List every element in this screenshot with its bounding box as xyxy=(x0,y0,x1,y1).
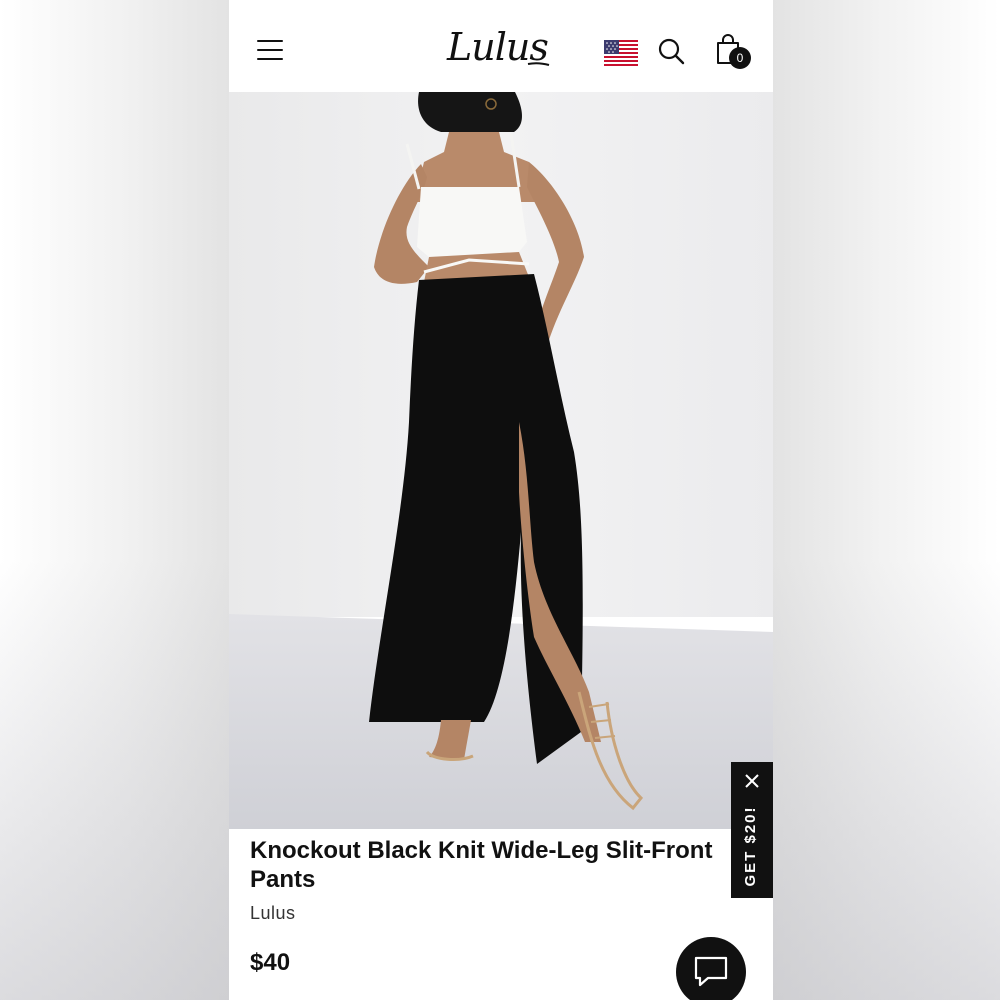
chat-bubble-icon xyxy=(694,956,728,987)
hamburger-menu-icon[interactable] xyxy=(257,40,283,62)
product-image[interactable] xyxy=(229,92,773,829)
model-photo xyxy=(229,92,773,829)
site-header: Lulus 0 xyxy=(229,0,773,92)
logo-underline xyxy=(527,62,550,66)
promo-label[interactable]: GET $20! xyxy=(742,791,762,901)
us-flag-icon[interactable] xyxy=(604,40,638,66)
bag-count-badge: 0 xyxy=(729,47,751,69)
backdrop-left xyxy=(0,0,229,1000)
product-price: $40 xyxy=(250,949,291,976)
chat-button[interactable] xyxy=(676,937,746,1000)
promo-tab[interactable]: GET $20! xyxy=(731,762,773,898)
search-icon[interactable] xyxy=(657,37,685,65)
close-icon[interactable] xyxy=(744,773,760,789)
backdrop-right xyxy=(773,0,1000,1000)
product-brand[interactable]: Lulus xyxy=(250,903,296,924)
product-page: Lulus 0 GET $20! Knockout Black Knit Wid… xyxy=(229,0,773,1000)
product-title: Knockout Black Knit Wide-Leg Slit-Front … xyxy=(250,837,713,893)
